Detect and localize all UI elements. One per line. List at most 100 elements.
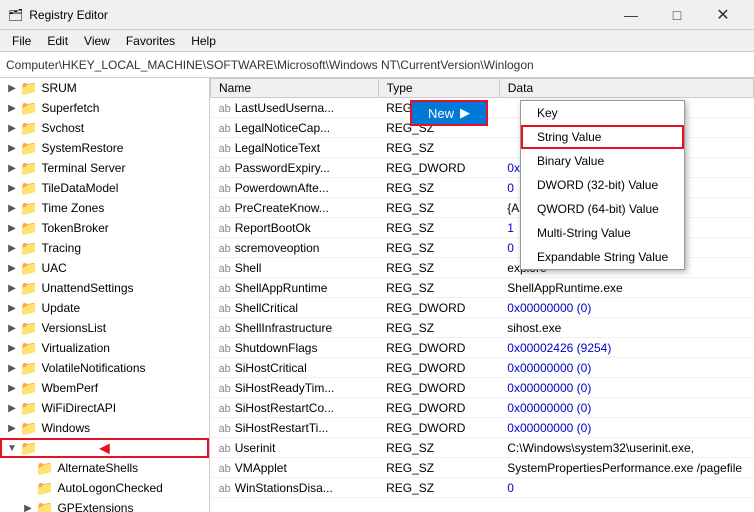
- sidebar-item-wbemperf[interactable]: ▶📁WbemPerf: [0, 378, 209, 398]
- row-type-icon: ab: [219, 123, 231, 135]
- sidebar-item-time-zones[interactable]: ▶📁Time Zones: [0, 198, 209, 218]
- tree-item-label: AutoLogonChecked: [57, 481, 162, 495]
- row-type-icon: ab: [219, 483, 231, 495]
- table-row[interactable]: abSiHostCriticalREG_DWORD0x00000000 (0): [211, 358, 754, 378]
- maximize-button[interactable]: □: [654, 0, 700, 30]
- sidebar-item-superfetch[interactable]: ▶📁Superfetch: [0, 98, 209, 118]
- expand-arrow: ▶: [4, 83, 20, 94]
- table-row[interactable]: abShellAppRuntimeREG_SZShellAppRuntime.e…: [211, 278, 754, 298]
- sidebar-item-autologonchecked[interactable]: 📁AutoLogonChecked: [0, 478, 209, 498]
- tree-item-label: UnattendSettings: [41, 281, 133, 295]
- sidebar-item-volatilenotifications[interactable]: ▶📁VolatileNotifications: [0, 358, 209, 378]
- dropdown-item-dword-(32-bit)-value[interactable]: DWORD (32-bit) Value: [521, 173, 684, 197]
- expand-arrow: ▶: [4, 123, 20, 134]
- tree-item-label: VersionsList: [41, 321, 106, 335]
- dropdown-item-qword-(64-bit)-value[interactable]: QWORD (64-bit) Value: [521, 197, 684, 221]
- app-title: Registry Editor: [29, 8, 108, 22]
- cell-name: abWinStationsDisa...: [211, 478, 379, 498]
- folder-icon: 📁: [20, 300, 37, 317]
- folder-icon: 📁: [20, 120, 37, 137]
- sidebar-item-unattendsettings[interactable]: ▶📁 UnattendSettings: [0, 278, 209, 298]
- expand-arrow: ▶: [20, 503, 36, 512]
- titlebar: 🗂 Registry Editor — □ ✕: [0, 0, 754, 30]
- menu-item-edit[interactable]: Edit: [39, 30, 76, 52]
- sidebar-item-srum[interactable]: ▶📁SRUM: [0, 78, 209, 98]
- expand-arrow: ▶: [4, 363, 20, 374]
- sidebar-item-terminal-server[interactable]: ▶📁Terminal Server: [0, 158, 209, 178]
- expand-arrow: ▶: [4, 283, 20, 294]
- app-icon: 🗂: [8, 8, 23, 22]
- cell-type: REG_SZ: [378, 138, 499, 158]
- row-type-icon: ab: [219, 243, 231, 255]
- row-type-icon: ab: [219, 223, 231, 235]
- dropdown-item-string-value[interactable]: String Value: [521, 125, 684, 149]
- cell-type: REG_SZ: [378, 478, 499, 498]
- dropdown-item-key[interactable]: Key: [521, 101, 684, 125]
- expand-arrow: ▶: [4, 183, 20, 194]
- folder-icon: 📁: [36, 460, 53, 477]
- minimize-button[interactable]: —: [608, 0, 654, 30]
- sidebar-item-winlogon[interactable]: ▼📁Winlogon ◄: [0, 438, 209, 458]
- sidebar-item-virtualization[interactable]: ▶📁Virtualization: [0, 338, 209, 358]
- dropdown-item-binary-value[interactable]: Binary Value: [521, 149, 684, 173]
- sidebar-item-tracing[interactable]: ▶📁Tracing: [0, 238, 209, 258]
- table-row[interactable]: abSiHostRestartCo...REG_DWORD0x00000000 …: [211, 398, 754, 418]
- table-row[interactable]: abVMAppletREG_SZSystemPropertiesPerforma…: [211, 458, 754, 478]
- folder-icon: 📁: [20, 240, 37, 257]
- folder-icon: 📁: [20, 280, 37, 297]
- titlebar-left: 🗂 Registry Editor: [8, 8, 108, 22]
- table-row[interactable]: abShellInfrastructureREG_SZsihost.exe: [211, 318, 754, 338]
- menu-item-help[interactable]: Help: [183, 30, 224, 52]
- folder-icon: 📁: [20, 260, 37, 277]
- sidebar-item-svchost[interactable]: ▶📁Svchost: [0, 118, 209, 138]
- cell-type: REG_SZ: [378, 238, 499, 258]
- sidebar-item-tokenbroker[interactable]: ▶📁TokenBroker: [0, 218, 209, 238]
- sidebar-item-systemrestore[interactable]: ▶📁SystemRestore: [0, 138, 209, 158]
- expand-arrow: ▶: [4, 243, 20, 254]
- menu-item-favorites[interactable]: Favorites: [118, 30, 183, 52]
- cell-type: REG_DWORD: [378, 378, 499, 398]
- cell-name: abShellCritical: [211, 298, 379, 318]
- cell-name: abLegalNoticeCap...: [211, 118, 379, 138]
- tree-item-label: TokenBroker: [41, 221, 108, 235]
- col-data: Data: [499, 79, 753, 98]
- row-type-icon: ab: [219, 203, 231, 215]
- dropdown-item-expandable-string-value[interactable]: Expandable String Value: [521, 245, 684, 269]
- menu-item-view[interactable]: View: [76, 30, 118, 52]
- table-row[interactable]: abWinStationsDisa...REG_SZ0: [211, 478, 754, 498]
- dropdown-item-multi-string-value[interactable]: Multi-String Value: [521, 221, 684, 245]
- sidebar-item-wifidirectapi[interactable]: ▶📁WiFiDirectAPI: [0, 398, 209, 418]
- cell-data: 0x00000000 (0): [499, 298, 753, 318]
- sidebar-item-alternateshells[interactable]: 📁AlternateShells: [0, 458, 209, 478]
- table-row[interactable]: abShellCriticalREG_DWORD0x00000000 (0): [211, 298, 754, 318]
- new-button[interactable]: New ▶: [410, 100, 488, 126]
- cell-name: abSiHostRestartTi...: [211, 418, 379, 438]
- table-row[interactable]: abShutdownFlagsREG_DWORD0x00002426 (9254…: [211, 338, 754, 358]
- tree-item-label: Virtualization: [41, 341, 109, 355]
- cell-name: abShellAppRuntime: [211, 278, 379, 298]
- sidebar-item-gpextensions[interactable]: ▶📁GPExtensions: [0, 498, 209, 512]
- table-row[interactable]: abSiHostRestartTi...REG_DWORD0x00000000 …: [211, 418, 754, 438]
- expand-arrow: ▶: [4, 423, 20, 434]
- close-button[interactable]: ✕: [700, 0, 746, 30]
- table-row[interactable]: abSiHostReadyTim...REG_DWORD0x00000000 (…: [211, 378, 754, 398]
- table-row[interactable]: abUserinitREG_SZC:\Windows\system32\user…: [211, 438, 754, 458]
- new-dropdown-menu: KeyString ValueBinary ValueDWORD (32-bit…: [520, 100, 685, 270]
- sidebar-item-tiledatamodel[interactable]: ▶📁TileDataModel: [0, 178, 209, 198]
- expand-arrow: ▶: [4, 383, 20, 394]
- folder-icon: 📁: [36, 500, 53, 512]
- cell-data: 0x00000000 (0): [499, 418, 753, 438]
- sidebar-item-windows[interactable]: ▶📁Windows: [0, 418, 209, 438]
- sidebar-item-uac[interactable]: ▶📁UAC: [0, 258, 209, 278]
- cell-type: REG_SZ: [378, 178, 499, 198]
- row-type-icon: ab: [219, 323, 231, 335]
- cell-data: C:\Windows\system32\userinit.exe,: [499, 438, 753, 458]
- cell-type: REG_DWORD: [378, 398, 499, 418]
- cell-type: REG_SZ: [378, 318, 499, 338]
- expand-arrow: ▶: [4, 263, 20, 274]
- sidebar-item-versionslist[interactable]: ▶📁VersionsList: [0, 318, 209, 338]
- cell-type: REG_DWORD: [378, 158, 499, 178]
- sidebar-item-update[interactable]: ▶📁Update: [0, 298, 209, 318]
- folder-icon: 📁: [20, 220, 37, 237]
- menu-item-file[interactable]: File: [4, 30, 39, 52]
